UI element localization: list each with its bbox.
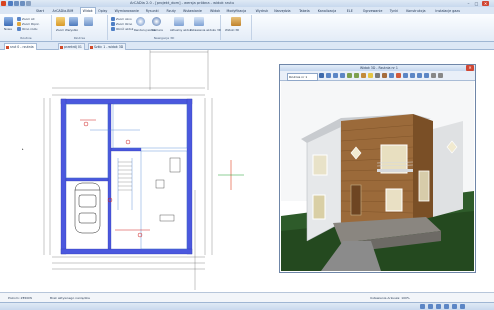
current-view-icon[interactable] [174,17,184,26]
new-view-icon[interactable] [4,17,13,26]
current-view-label[interactable]: Aktualny widok [170,28,191,32]
view-settings-label[interactable]: Ustawienia widoku 3D [190,28,221,32]
status-message: Brak aktywnego narzędzia [50,296,90,300]
zoom-extents-label[interactable]: Zoom Wszystko [56,28,78,32]
window-title: ArCADia 2.0 - [projekt_dom] - wersja pró… [130,1,235,5]
undo-icon[interactable] [14,1,19,6]
zoom-all-icon[interactable] [17,17,21,21]
minimize-button[interactable]: – [465,1,472,6]
views-3d-icon[interactable] [231,17,241,26]
view-3d-dropdown[interactable]: Rzutnia nr 1 [287,72,318,81]
document-icon [90,45,93,49]
ortho-toggle-icon[interactable] [436,304,441,309]
document-tab-label: rzut 0 - rzutnia [10,45,34,49]
new-view-label[interactable]: Nowa [4,27,12,31]
document-icon [60,45,63,49]
side-view-icon[interactable] [417,73,422,78]
snapshot-icon[interactable] [431,73,436,78]
document-tab-label: przekrój 01 [64,45,82,49]
camera-label[interactable]: Kamera [152,28,163,32]
iso-view-icon[interactable] [424,73,429,78]
settings-icon[interactable] [438,73,443,78]
zoom-prev-label[interactable]: Zoom Poprz. [22,22,40,26]
light-icon[interactable] [368,73,373,78]
document-tab-1[interactable]: przekrój 01 [58,43,85,50]
ribbon-group-views3d: Widoki 3D [221,15,252,40]
car-symbol [74,182,101,234]
document-tab-2[interactable]: Szkic 1 - widok 3D [88,43,127,50]
view-3d-window[interactable]: Widok 3D - Rzutnia nr 1 ✕ Rzutnia nr 1 [279,64,476,273]
texture-icon[interactable] [382,73,387,78]
render-view-icon[interactable] [396,73,401,78]
close-button[interactable]: ✕ [482,1,489,6]
zoom-window2-label[interactable]: Zoom Okno [116,22,132,26]
ribbon-panel: Nowa Zoom All Zoom Poprz. Okno rzutu Rzu… [0,14,494,42]
redo-icon[interactable] [20,1,25,6]
zoom-window2-icon[interactable] [111,22,115,26]
ribbon-group-views: Nowa Zoom All Zoom Poprz. Okno rzutu Rzu… [1,15,52,40]
shadow-icon[interactable] [375,73,380,78]
print-icon[interactable] [26,1,31,6]
rotate-view-icon[interactable] [111,27,115,31]
dim-marker: ▸ [22,147,24,151]
layers-icon[interactable] [84,17,93,26]
camera-icon[interactable] [152,17,161,26]
fly-icon[interactable] [354,73,359,78]
zoom-all-label[interactable]: Zoom All [22,17,34,21]
zoom-select-icon[interactable] [111,17,115,21]
view-3d-scene[interactable] [281,81,474,271]
document-icon [6,45,9,49]
lwt-toggle-icon[interactable] [460,304,465,309]
zoom-in-icon[interactable] [333,73,338,78]
section-icon[interactable] [69,17,78,26]
document-tab-label: Szkic 1 - widok 3D [94,45,124,49]
status-scale[interactable]: Ustawienia Arkusza: 100% [370,296,410,300]
status-level: Poziom: ZEROW [8,296,33,300]
view-3d-dropdown-value: Rzutnia nr 1 [289,74,308,79]
ribbon-group-sections: Zoom Wszystko Rzutnie [52,15,108,40]
orbit-icon[interactable] [319,73,324,78]
zoom-select-label[interactable]: Zoom okno [116,17,132,21]
view-settings-icon[interactable] [194,17,204,26]
osnap-toggle-icon[interactable] [452,304,457,309]
wireframe-icon[interactable] [389,73,394,78]
zoom-window-label[interactable]: Okno rzutu [22,27,37,31]
document-tab-strip: rzut 0 - rzutnia przekrój 01 Szkic 1 - wid… [0,42,494,50]
render-icon[interactable] [136,17,145,26]
snap-toggle-icon[interactable] [428,304,433,309]
zoom-prev-icon[interactable] [17,22,21,26]
app-logo-icon[interactable] [1,1,6,6]
camera-view-icon[interactable] [361,73,366,78]
ribbon-group-label-2: Rzutnie [73,36,86,40]
maximize-button[interactable]: □ [473,1,480,6]
rotate-view-label[interactable]: Obróć widok [116,27,133,31]
house-render[interactable] [281,81,474,271]
zoom-window-icon[interactable] [17,27,21,31]
zoom-out-icon[interactable] [340,73,345,78]
plan-view-icon[interactable] [56,17,65,26]
document-tab-0[interactable]: rzut 0 - rzutnia [4,43,37,50]
ribbon-group-3d-navigation: Zoom okno Zoom Okno Obróć widok Renderuj… [108,15,221,40]
walk-icon[interactable] [347,73,352,78]
pan-icon[interactable] [326,73,331,78]
grid-toggle-icon[interactable] [420,304,425,309]
ribbon-group-label: Rzutnie [20,36,32,40]
views-3d-label[interactable]: Widoki 3D [225,28,239,32]
front-view-icon[interactable] [410,73,415,78]
ribbon-group-label-3: Nawigacja 3D [153,36,175,40]
view-3d-toolbar: Rzutnia nr 1 [280,71,475,81]
top-view-icon[interactable] [403,73,408,78]
polar-toggle-icon[interactable] [444,304,449,309]
save-icon[interactable] [8,1,13,6]
